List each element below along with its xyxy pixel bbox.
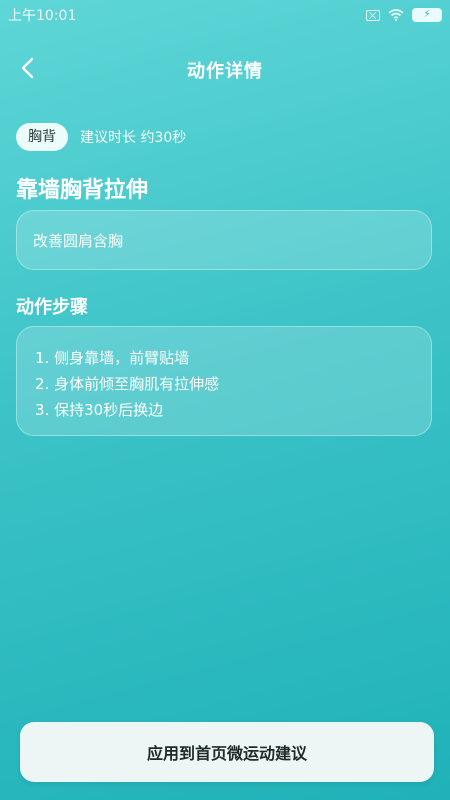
duration-text: 建议时长 约30秒 [80,130,187,146]
status-time: 上午10:01 [8,8,77,24]
step-item: 1. 侧身靠墙，前臂贴墙 [35,349,190,367]
benefit-text: 改善圆肩含胸 [33,231,124,250]
sim-icon [366,9,380,21]
status-bar: 上午10:01 ⚡ [0,0,450,30]
apply-to-home-button[interactable]: 应用到首页微运动建议 [20,722,434,782]
step-item: 3. 保持30秒后换边 [35,401,164,419]
chevron-left-icon [18,56,38,84]
page-title: 动作详情 [187,61,263,82]
back-button[interactable] [12,54,44,86]
steps-card: 1. 侧身靠墙，前臂贴墙 2. 身体前倾至胸肌有拉伸感 3. 保持30秒后换边 [16,326,432,436]
battery-charging-icon: ⚡ [412,8,442,22]
exercise-name: 靠墙胸背拉伸 [16,178,149,203]
status-icons: ⚡ [366,6,442,25]
exercise-meta-row: 胸背 建议时长 约30秒 [16,123,186,151]
steps-section-title: 动作步骤 [16,297,88,318]
wifi-icon [388,6,404,25]
category-tag: 胸背 [16,123,68,151]
header: 动作详情 [0,48,450,92]
benefit-card: 改善圆肩含胸 [16,210,432,270]
step-item: 2. 身体前倾至胸肌有拉伸感 [35,375,220,393]
